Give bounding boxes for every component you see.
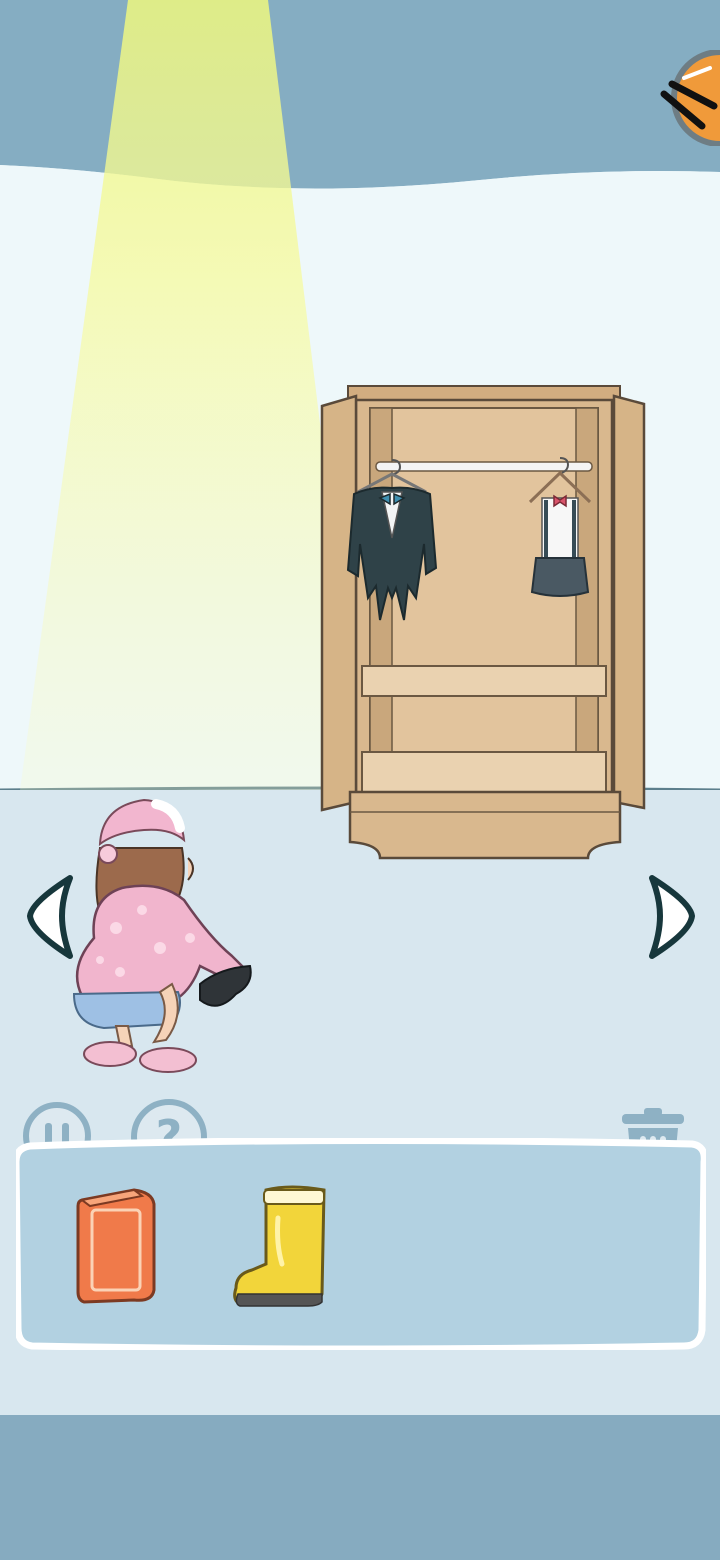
corner-badge[interactable] (654, 50, 720, 146)
tuxedo[interactable] (344, 458, 440, 624)
inventory-item-book[interactable] (74, 1186, 160, 1306)
inventory-item-rain-boot[interactable] (228, 1184, 332, 1308)
book-icon (76, 1188, 156, 1304)
character-girl[interactable] (60, 788, 260, 1080)
bottom-bar (0, 1415, 720, 1560)
suspender-outfit[interactable] (522, 456, 598, 604)
next-view-button[interactable] (640, 872, 700, 962)
rain-boot-icon (233, 1185, 326, 1307)
inventory-panel (16, 1138, 706, 1350)
chevron-right-icon (649, 875, 695, 959)
game-scene: ? (0, 0, 720, 1560)
